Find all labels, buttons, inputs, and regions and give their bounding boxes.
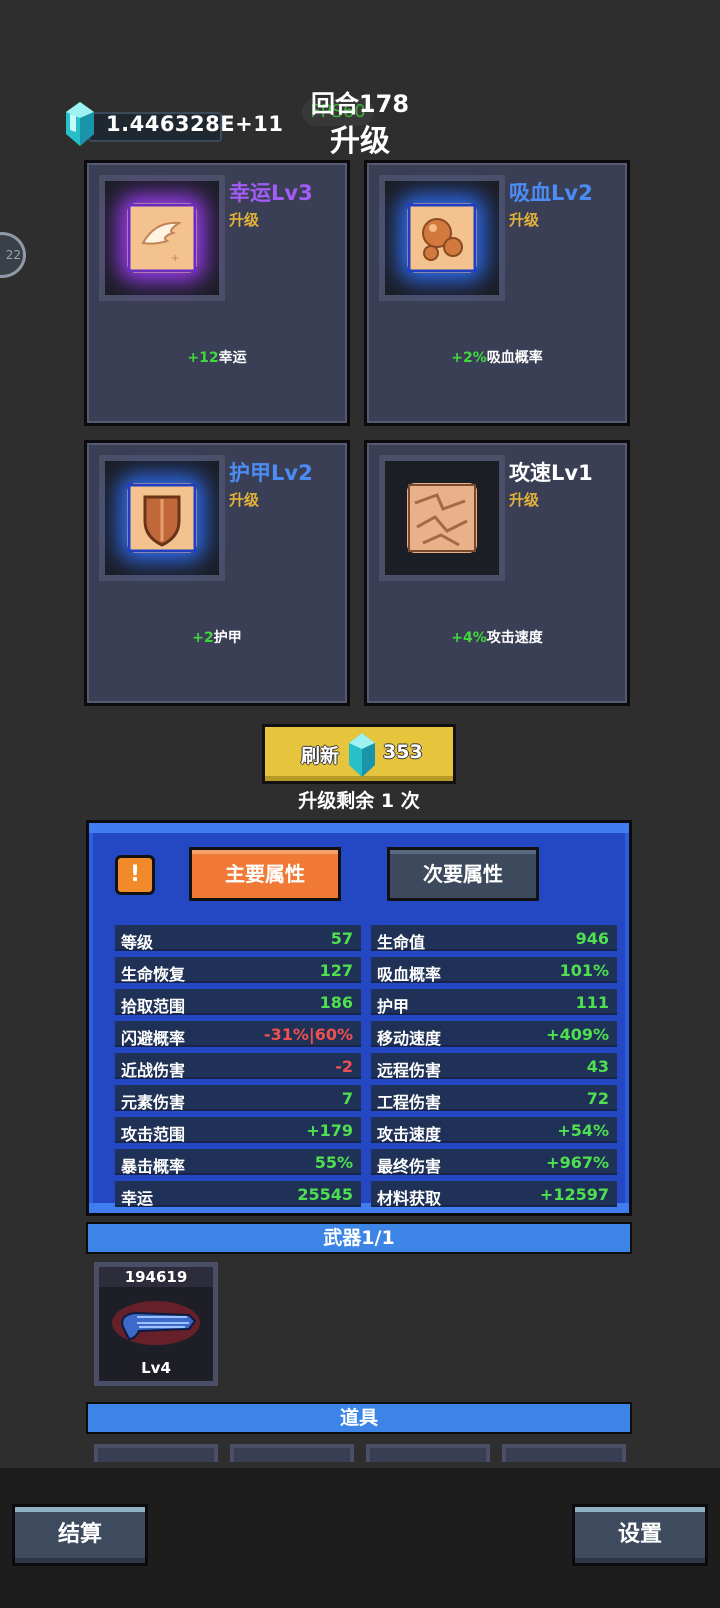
tab-secondary-stats[interactable]: 次要属性 [387,847,539,901]
upgrade-card-luck[interactable]: + 幸运Lv3 升级 +12幸运 [84,160,350,426]
round-label: 回合178 [310,90,410,118]
weapon-value: 194619 [99,1267,213,1287]
page-title: 升级 [330,124,390,159]
stat-row: 攻击范围 +179 [115,1117,361,1144]
stat-row: 远程伤害 43 [371,1053,617,1080]
stat-row: 幸运 25545 [115,1181,361,1208]
crystal-icon [66,102,94,146]
side-badge[interactable]: 22 [0,232,26,278]
stat-row: 等级 57 [115,925,361,952]
stat-row: 工程伤害 72 [371,1085,617,1112]
blood-orb-scroll-icon [407,203,477,273]
stat-row: 拾取范围 186 [115,989,361,1016]
svg-text:+: + [171,253,179,264]
upgrade-desc: +4%攻击速度 [451,630,543,646]
card-icon-frame: + [99,175,225,301]
stats-panel: ! 主要属性 次要属性 等级 57 生命恢复 127 拾取范围 186 闪避概率 -31… [86,820,632,1216]
refresh-button[interactable]: 刷新 353 [262,724,456,784]
weapon-slot[interactable]: 194619 Lv4 [94,1262,218,1386]
stat-row: 移动速度 +409% [371,1021,617,1048]
refresh-label: 刷新 [301,745,340,767]
upgrades-remaining: 升级剩余 1 次 [298,790,420,812]
stat-row: 元素伤害 7 [115,1085,361,1112]
settle-button[interactable]: 结算 [12,1504,148,1566]
upgrade-name: 攻速Lv1 [509,461,593,485]
upgrade-card-armor[interactable]: 护甲Lv2 升级 +2护甲 [84,440,350,706]
upgrade-name: 护甲Lv2 [229,461,313,485]
stat-row: 生命值 946 [371,925,617,952]
stat-row: 闪避概率 -31%|60% [115,1021,361,1048]
currency-amount: 1.446328E+11 [106,112,284,136]
card-icon-frame [379,455,505,581]
stat-row: 吸血概率 101% [371,957,617,984]
wing-scroll-icon: + [127,203,197,273]
upgrade-card-lifesteal[interactable]: 吸血Lv2 升级 +2%吸血概率 [364,160,630,426]
stat-row: 暴击概率 55% [115,1149,361,1176]
stat-row: 材料获取 +12597 [371,1181,617,1208]
item-slot[interactable] [502,1444,626,1462]
rock-scroll-icon [407,483,477,553]
weapon-level: Lv4 [141,1359,171,1377]
stat-row: 生命恢复 127 [115,957,361,984]
upgrade-card-attack-speed[interactable]: 攻速Lv1 升级 +4%攻击速度 [364,440,630,706]
stat-row: 最终伤害 +967% [371,1149,617,1176]
alert-icon[interactable]: ! [115,855,155,895]
item-slot[interactable] [94,1444,218,1462]
upgrade-desc: +2%吸血概率 [451,350,543,366]
weapons-header: 武器1/1 [86,1222,632,1254]
upgrade-name: 吸血Lv2 [509,181,593,205]
refresh-cost: 353 [383,741,423,763]
stats-panel-inner: ! 主要属性 次要属性 等级 57 生命恢复 127 拾取范围 186 闪避概率 -31… [93,833,625,1208]
stat-row: 护甲 111 [371,989,617,1016]
currency-display: 1.446328E+11 [66,102,283,146]
stat-row: 近战伤害 -2 [115,1053,361,1080]
tab-main-stats[interactable]: 主要属性 [189,847,341,901]
stat-row: 攻击速度 +54% [371,1117,617,1144]
upgrade-name: 幸运Lv3 [229,181,313,205]
upgrade-desc: +12幸运 [187,350,247,366]
item-slot[interactable] [230,1444,354,1462]
shield-scroll-icon [127,483,197,553]
items-header: 道具 [86,1402,632,1434]
item-slot[interactable] [366,1444,490,1462]
upgrade-sub: 升级 [509,211,540,229]
upgrade-sub: 升级 [229,211,260,229]
settings-button[interactable]: 设置 [572,1504,708,1566]
upgrade-sub: 升级 [229,491,260,509]
crystal-icon [349,733,375,777]
upgrade-desc: +2护甲 [192,630,242,646]
card-icon-frame [99,455,225,581]
card-icon-frame [379,175,505,301]
laser-blaster-icon [112,1301,200,1345]
upgrade-sub: 升级 [509,491,540,509]
